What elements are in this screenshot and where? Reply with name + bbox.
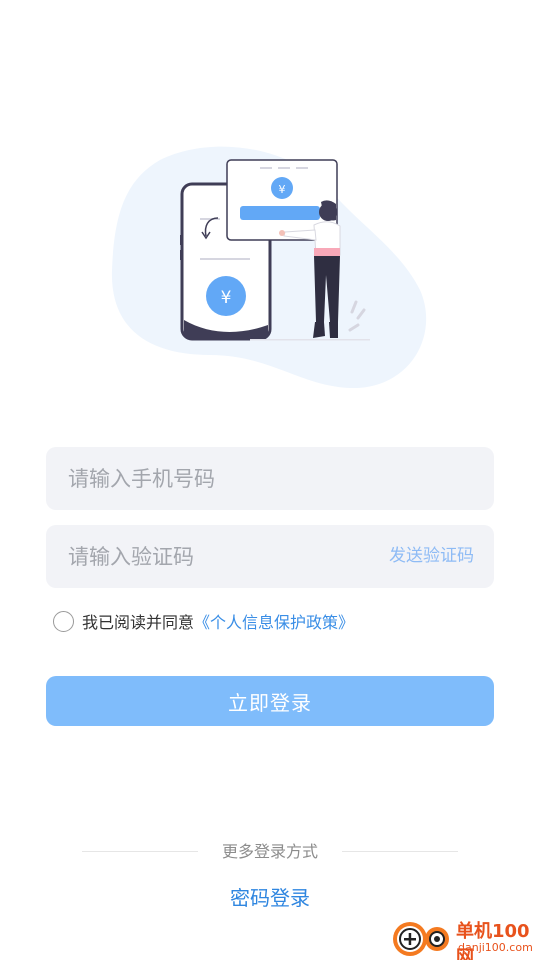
divider-line-right — [342, 851, 458, 852]
login-illustration: ¥ ¥ — [111, 146, 427, 389]
more-login-label: 更多登录方式 — [221, 842, 318, 861]
watermark-logo-icon — [393, 922, 449, 956]
agreement-text: 我已阅读并同意 — [82, 613, 195, 632]
verification-code-field[interactable]: 发送验证码 — [46, 525, 494, 588]
phone-input[interactable] — [46, 447, 494, 510]
watermark-domain: danji100.com — [458, 941, 533, 954]
card-coin-symbol: ¥ — [279, 183, 286, 196]
phone-field[interactable] — [46, 447, 494, 510]
watermark: 单机100网 danji100.com — [390, 914, 540, 960]
verification-code-input[interactable] — [46, 525, 366, 588]
agreement-checkbox[interactable] — [53, 610, 74, 632]
send-code-button[interactable]: 发送验证码 — [389, 525, 474, 588]
password-login-link[interactable]: 密码登录 — [0, 882, 540, 911]
phone-coin-symbol: ¥ — [221, 288, 232, 308]
agreement-row: 我已阅读并同意 《个人信息保护政策》 — [53, 609, 354, 633]
login-button[interactable]: 立即登录 — [46, 676, 494, 726]
more-login-divider: 更多登录方式 — [0, 840, 540, 864]
privacy-policy-link[interactable]: 《个人信息保护政策》 — [194, 609, 354, 633]
